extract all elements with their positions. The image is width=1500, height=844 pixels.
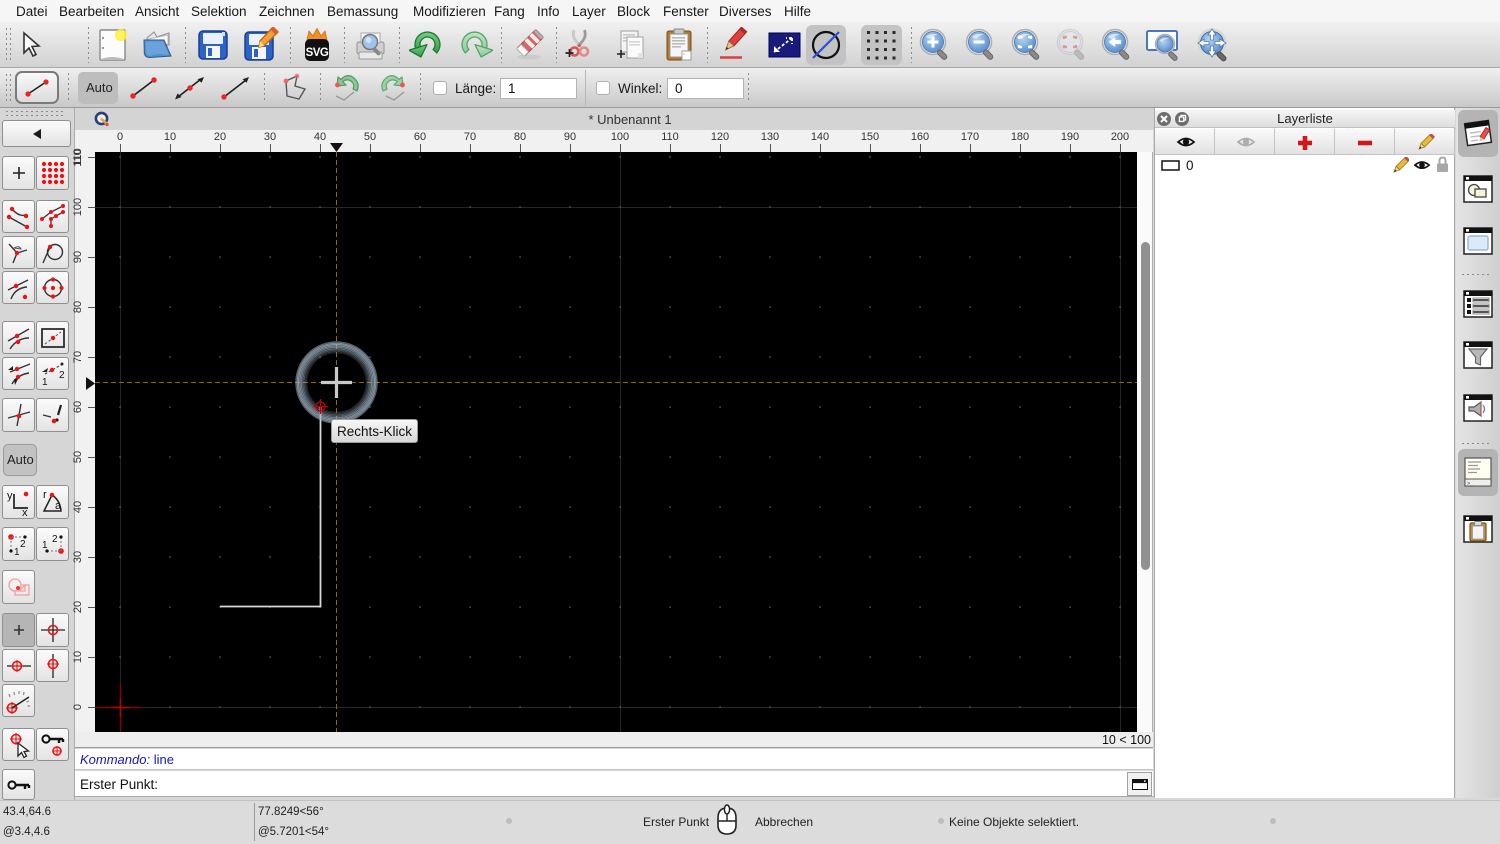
svg-text:x: x [22,507,28,516]
svg-text:>_: >_ [1467,481,1474,487]
svg-text:r: r [43,489,47,501]
svg-text:y: y [7,490,13,502]
svg-text:SVG: SVG [306,47,329,59]
svg-text:1: 1 [42,377,48,388]
svg-text:a: a [55,500,62,512]
svg-text:2: 2 [20,539,26,550]
svg-text:2: 2 [59,370,65,381]
svg-text:1: 1 [42,540,48,551]
svg-text:2: 2 [52,534,58,545]
